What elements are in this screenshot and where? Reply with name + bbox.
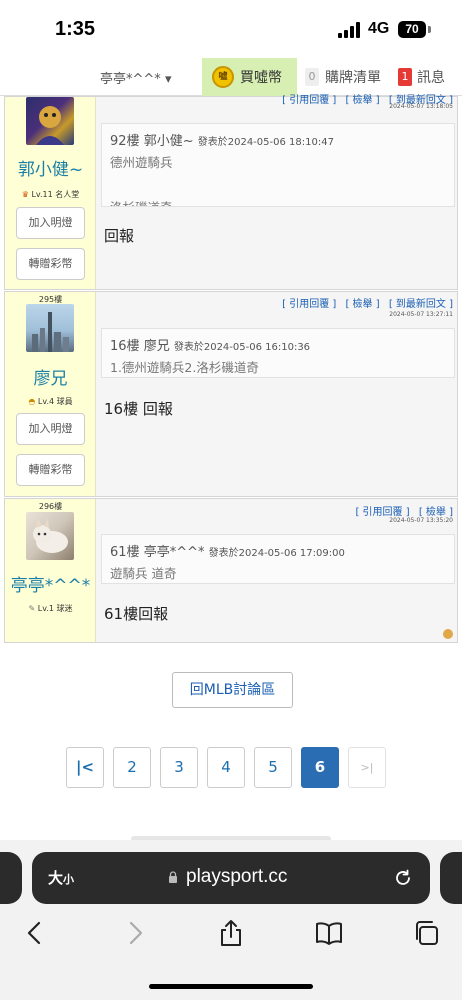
post-content: 61樓回報 [104,605,169,623]
coin-icon: 噓 [212,66,234,88]
pencil-icon: ✎ [28,604,36,613]
quote-floor: 16樓 [110,339,140,354]
avatar[interactable] [26,512,74,560]
author-panel: 郭小健~ ♛ Lv.11 名人堂 加入明燈 轉贈彩幣 [5,97,96,289]
page-button[interactable]: 4 [207,747,245,788]
forward-icon [129,921,143,945]
battery-tip [428,26,431,33]
page-button[interactable]: 5 [254,747,292,788]
chevron-down-icon: ▾ [164,72,172,87]
avatar[interactable] [26,97,74,145]
forum-post: 296樓 亭亭*^^* ✎ Lv.1 球迷 [ 引用回覆 ] [ 檢舉 ] 20… [4,498,458,643]
bookmarks-icon[interactable] [314,918,344,948]
quote-time: 發表於2024-05-06 18:10:47 [197,137,334,148]
report-link[interactable]: [ 檢舉 ] [345,95,379,106]
cart-count-badge: 0 [305,68,319,86]
post-timestamp: 2024-05-07 13:27:11 [389,311,453,318]
quote-line: 遊騎兵 道奇 [110,566,177,581]
author-level: ✎ Lv.1 球迷 [28,604,73,613]
current-page-button[interactable]: 6 [301,747,339,788]
buy-coin-label: 買噓幣 [240,70,282,86]
quote-line: 洛杉磯道奇 [110,197,446,206]
avatar[interactable] [26,304,74,352]
post-content: 回報 [104,227,135,245]
post-content: 16樓 回報 [104,400,173,418]
forum-post: 郭小健~ ♛ Lv.11 名人堂 加入明燈 轉贈彩幣 [ 引用回覆 ] [ 檢舉… [4,95,458,290]
add-follow-button[interactable]: 加入明燈 [16,413,85,445]
quote-reply-link[interactable]: [ 引用回覆 ] [282,299,336,310]
post-timestamp: 2024-05-07 13:18:05 [389,103,453,110]
quoted-post: 16樓 廖兄 發表於2024-05-06 16:10:36 1.德州遊騎兵2.洛… [101,328,455,378]
floor-number: 296樓 [38,502,63,511]
author-name[interactable]: 廖兄 [5,364,96,389]
gift-coin-button[interactable]: 轉贈彩幣 [16,454,85,486]
trophy-icon: ♛ [21,190,29,199]
author-panel: 295樓 廖兄 ◓ Lv.4 球員 加入明燈 轉贈彩幣 [5,292,96,496]
author-level: ♛ Lv.11 名人堂 [21,190,80,199]
network-type: 4G [368,20,390,37]
quote-author: 廖兄 [143,339,170,354]
author-name[interactable]: 郭小健~ [5,155,96,180]
user-menu[interactable]: 亭亭*^^* ▾ [100,68,171,87]
previous-tab-pill[interactable] [0,852,22,904]
message-count-badge: 1 [398,68,412,86]
latest-reply-link[interactable]: [ 到最新回文 ] [389,299,453,310]
mascot-icon [443,629,453,639]
signal-icon [338,22,362,38]
quote-line: 1.德州遊騎兵2.洛杉磯道奇 [110,360,259,375]
quote-time: 發表於2024-05-06 16:10:36 [173,342,311,353]
share-icon[interactable] [216,918,246,948]
quote-line: 德州遊騎兵 [110,155,173,170]
author-panel: 296樓 亭亭*^^* ✎ Lv.1 球迷 [5,499,96,642]
gift-coin-button[interactable]: 轉贈彩幣 [16,248,85,280]
forum-post: 295樓 廖兄 ◓ Lv.4 球員 加入明燈 轉贈彩幣 [ 引用回覆 ] [ 檢… [4,291,458,497]
next-tab-pill[interactable] [440,852,462,904]
first-page-button[interactable]: |< [66,747,104,788]
post-actions: [ 引用回覆 ] [ 檢舉 ] [349,503,453,518]
page-button[interactable]: 2 [113,747,151,788]
last-page-button: >| [348,747,386,788]
text-size-button[interactable]: 大小 [48,867,74,888]
cart-label: 購牌清單 [325,70,381,86]
quoted-post: 61樓 亭亭*^^* 發表於2024-05-06 17:09:00 遊騎兵 道奇 [101,534,455,584]
quote-reply-link[interactable]: [ 引用回覆 ] [282,95,336,106]
quote-author: 郭小健~ [143,134,194,149]
author-level: ◓ Lv.4 球員 [28,397,73,406]
battery-icon: 70 [398,21,426,38]
quote-floor: 92樓 [110,134,140,149]
back-to-board-button[interactable]: 回MLB討論區 [172,672,293,708]
post-actions: [ 引用回覆 ] [ 檢舉 ] [ 到最新回文 ] [276,295,453,310]
quote-floor: 61樓 [110,545,140,560]
quoted-post: 92樓 郭小健~ 發表於2024-05-06 18:10:47 德州遊騎兵 洛杉… [101,123,455,207]
clock: 1:35 [55,18,96,40]
author-name[interactable]: 亭亭*^^* [5,571,96,596]
tabs-icon[interactable] [411,918,441,948]
home-indicator [149,984,313,989]
user-menu-name: 亭亭*^^* [100,72,161,87]
lock-icon [169,871,177,883]
page-button[interactable]: 3 [160,747,198,788]
messages-link[interactable]: 1 訊息 [398,67,445,87]
back-icon[interactable] [20,918,50,948]
address-bar[interactable]: 大小 playsport.cc [32,852,430,904]
reload-icon[interactable] [392,867,414,889]
quote-author: 亭亭*^^* [143,545,205,560]
post-timestamp: 2024-05-07 13:35:20 [389,517,453,524]
status-bar: 1:35 4G 70 [0,0,462,58]
cart-link[interactable]: 0 購牌清單 [305,67,381,87]
report-link[interactable]: [ 檢舉 ] [345,299,379,310]
baseball-cap-icon: ◓ [28,397,36,406]
url-text: playsport.cc [186,866,288,887]
add-follow-button[interactable]: 加入明燈 [16,207,85,239]
messages-label: 訊息 [417,70,445,86]
quote-time: 發表於2024-05-06 17:09:00 [208,548,345,559]
